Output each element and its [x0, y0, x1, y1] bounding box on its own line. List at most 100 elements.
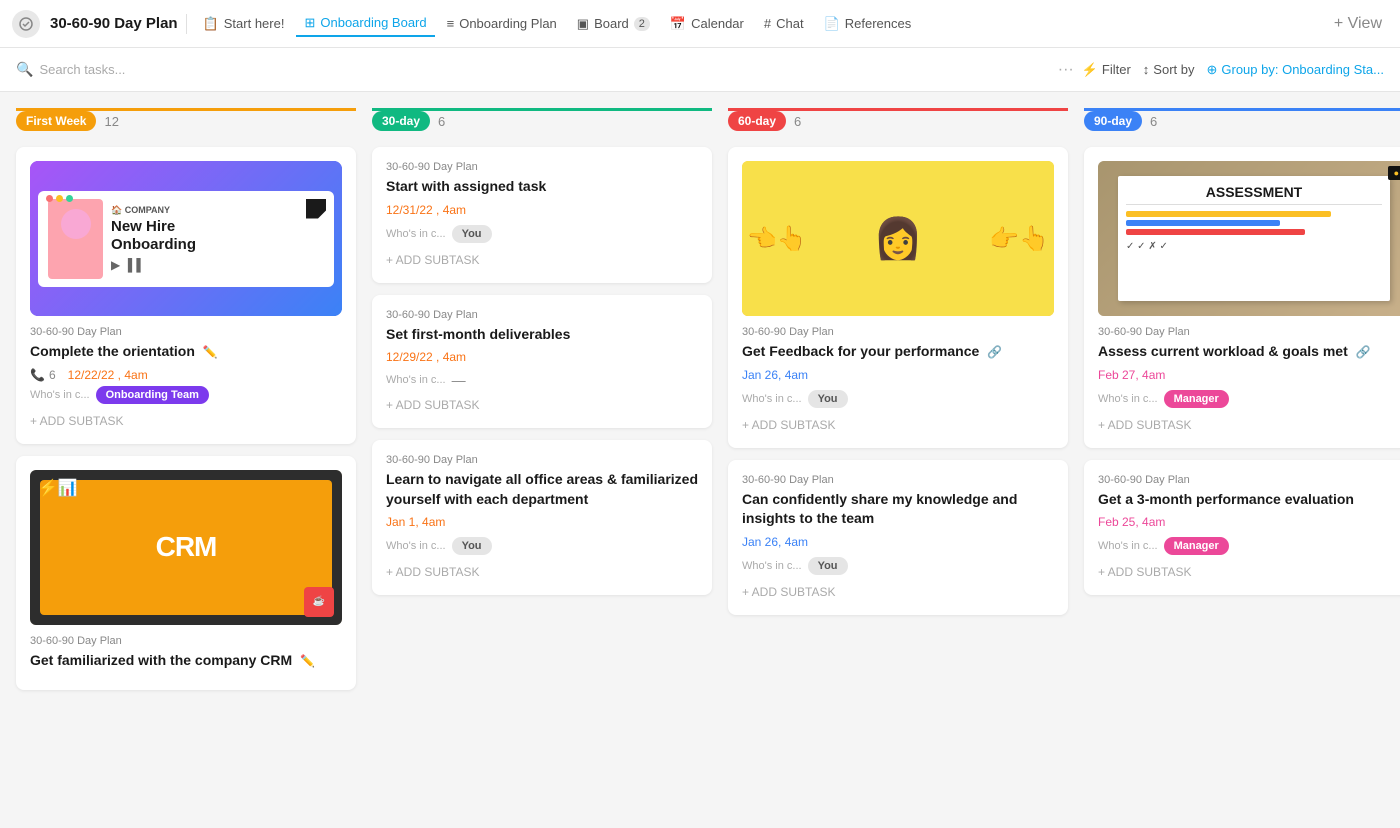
- card-title: Set first-month deliverables: [386, 325, 698, 345]
- card-date: Jan 1, 4am: [386, 515, 698, 529]
- card-first-month-deliverables[interactable]: 30-60-90 Day Plan Set first-month delive…: [372, 295, 712, 429]
- who-label: Who's in c...: [1098, 540, 1158, 552]
- attachment-icon: ✏️: [300, 654, 315, 668]
- who-label: Who's in c...: [386, 374, 446, 386]
- nav-calendar[interactable]: 📅 Calendar: [662, 12, 752, 36]
- start-here-icon: 📋: [203, 16, 219, 32]
- toolbar: 🔍 Search tasks... ··· ⚡ Filter ↕ Sort by…: [0, 48, 1400, 92]
- sort-button[interactable]: ↕ Sort by: [1143, 62, 1195, 77]
- nav-start-here[interactable]: 📋 Start here!: [195, 12, 293, 36]
- 60day-badge: 60-day: [728, 111, 786, 131]
- card-who: Who's in c... You: [742, 557, 1054, 575]
- attachment-icon: ✏️: [203, 345, 218, 359]
- who-label: Who's in c...: [1098, 393, 1158, 405]
- nav-references[interactable]: 📄 References: [816, 12, 920, 36]
- nav-board[interactable]: ▣ Board 2: [569, 12, 658, 36]
- search-placeholder: Search tasks...: [39, 62, 125, 77]
- column-90day: 90-day 6 ASSESSMENT ✓ ✓ ✗ ✓ ● 30-60: [1084, 108, 1400, 828]
- app-title: 30-60-90 Day Plan: [50, 15, 178, 32]
- assignee-tag[interactable]: You: [808, 390, 848, 408]
- card-share-knowledge[interactable]: 30-60-90 Day Plan Can confidently share …: [728, 460, 1068, 615]
- assignee-tag[interactable]: Manager: [1164, 537, 1229, 555]
- nav-chat[interactable]: # Chat: [756, 12, 812, 35]
- assignee-tag[interactable]: You: [452, 225, 492, 243]
- card-phone: 📞 6 12/22/22 , 4am: [30, 368, 342, 382]
- chat-icon: #: [764, 16, 771, 31]
- calendar-icon: 📅: [670, 16, 686, 32]
- more-options-button[interactable]: ···: [1058, 61, 1074, 79]
- card-date: Feb 27, 4am: [1098, 368, 1400, 382]
- col-header-60day: 60-day 6: [728, 108, 1068, 135]
- add-subtask-button[interactable]: + ADD SUBTASK: [30, 412, 342, 430]
- card-meta: 30-60-90 Day Plan: [30, 635, 342, 647]
- column-60day: 60-day 6 👩 👈👆 👉👆 30-60-90 Day Plan Get F…: [728, 108, 1068, 828]
- search-icon: 🔍: [16, 61, 33, 78]
- assignee-tag[interactable]: You: [808, 557, 848, 575]
- card-assess-workload[interactable]: ASSESSMENT ✓ ✓ ✗ ✓ ● 30-60-90 Day Plan A…: [1084, 147, 1400, 448]
- column-30day: 30-day 6 30-60-90 Day Plan Start with as…: [372, 108, 712, 828]
- first-week-badge: First Week: [16, 111, 96, 131]
- col-header-30day: 30-day 6: [372, 108, 712, 135]
- attachment-icon: 🔗: [987, 345, 1002, 359]
- card-3month-evaluation[interactable]: 30-60-90 Day Plan Get a 3-month performa…: [1084, 460, 1400, 596]
- feedback-image: 👩 👈👆 👉👆: [742, 161, 1054, 316]
- phone-icon: 📞: [30, 368, 45, 382]
- column-first-week: First Week 12 🏠 COMPANY: [16, 108, 356, 828]
- board-area: First Week 12 🏠 COMPANY: [0, 92, 1400, 828]
- assignee-tag[interactable]: You: [452, 537, 492, 555]
- card-title: Get a 3-month performance evaluation: [1098, 490, 1400, 510]
- add-view-button[interactable]: + View: [1328, 11, 1388, 37]
- add-subtask-button[interactable]: + ADD SUBTASK: [1098, 563, 1400, 581]
- first-week-count: 12: [104, 114, 118, 129]
- board-badge: 2: [634, 17, 650, 31]
- filter-icon: ⚡: [1082, 62, 1098, 78]
- group-button[interactable]: ⊕ Group by: Onboarding Sta...: [1206, 62, 1384, 78]
- group-icon: ⊕: [1206, 62, 1217, 78]
- card-who: Who's in c... —: [386, 372, 698, 388]
- references-icon: 📄: [824, 16, 840, 32]
- card-get-feedback[interactable]: 👩 👈👆 👉👆 30-60-90 Day Plan Get Feedback f…: [728, 147, 1068, 448]
- toolbar-right: ⚡ Filter ↕ Sort by ⊕ Group by: Onboardin…: [1082, 62, 1384, 78]
- card-meta: 30-60-90 Day Plan: [1098, 474, 1400, 486]
- card-date: 12/29/22 , 4am: [386, 350, 698, 364]
- attachment-icon: 🔗: [1356, 345, 1371, 359]
- 60day-count: 6: [794, 114, 801, 129]
- card-date: Jan 26, 4am: [742, 368, 1054, 382]
- card-start-assigned-task[interactable]: 30-60-90 Day Plan Start with assigned ta…: [372, 147, 712, 283]
- add-subtask-button[interactable]: + ADD SUBTASK: [1098, 416, 1400, 434]
- card-title: Complete the orientation ✏️: [30, 342, 342, 362]
- card-navigate-office[interactable]: 30-60-90 Day Plan Learn to navigate all …: [372, 440, 712, 595]
- col-header-first-week: First Week 12: [16, 108, 356, 135]
- nav-onboarding-plan[interactable]: ≡ Onboarding Plan: [439, 12, 565, 35]
- assessment-image: ASSESSMENT ✓ ✓ ✗ ✓ ●: [1098, 161, 1400, 316]
- add-subtask-button[interactable]: + ADD SUBTASK: [742, 583, 1054, 601]
- who-label: Who's in c...: [30, 389, 90, 401]
- card-who: Who's in c... Onboarding Team: [30, 386, 342, 404]
- card-date: Feb 25, 4am: [1098, 515, 1400, 529]
- card-get-familiarized-crm[interactable]: CRM ☕ ⚡📊 30-60-90 Day Plan Get familiari…: [16, 456, 356, 691]
- card-who: Who's in c... Manager: [1098, 537, 1400, 555]
- assignee-tag[interactable]: Onboarding Team: [96, 386, 209, 404]
- who-label: Who's in c...: [742, 393, 802, 405]
- card-title: Can confidently share my knowledge and i…: [742, 490, 1054, 529]
- search-area[interactable]: 🔍 Search tasks...: [16, 61, 1046, 78]
- add-subtask-button[interactable]: + ADD SUBTASK: [386, 396, 698, 414]
- 30day-count: 6: [438, 114, 445, 129]
- card-who: Who's in c... Manager: [1098, 390, 1400, 408]
- col-header-90day: 90-day 6: [1084, 108, 1400, 135]
- filter-button[interactable]: ⚡ Filter: [1082, 62, 1131, 78]
- card-title: Get familiarized with the company CRM ✏️: [30, 651, 342, 671]
- add-subtask-button[interactable]: + ADD SUBTASK: [386, 563, 698, 581]
- card-who: Who's in c... You: [386, 537, 698, 555]
- card-date: Jan 26, 4am: [742, 535, 1054, 549]
- card-title: Start with assigned task: [386, 177, 698, 197]
- onboarding-board-icon: ⊞: [304, 15, 315, 31]
- add-subtask-button[interactable]: + ADD SUBTASK: [386, 251, 698, 269]
- card-meta: 30-60-90 Day Plan: [386, 309, 698, 321]
- card-complete-orientation[interactable]: 🏠 COMPANY New HireOnboarding ▶ ▐▐: [16, 147, 356, 444]
- board-icon: ▣: [577, 16, 589, 32]
- new-hire-image: 🏠 COMPANY New HireOnboarding ▶ ▐▐: [30, 161, 342, 316]
- nav-onboarding-board[interactable]: ⊞ Onboarding Board: [296, 11, 434, 37]
- add-subtask-button[interactable]: + ADD SUBTASK: [742, 416, 1054, 434]
- assignee-tag[interactable]: Manager: [1164, 390, 1229, 408]
